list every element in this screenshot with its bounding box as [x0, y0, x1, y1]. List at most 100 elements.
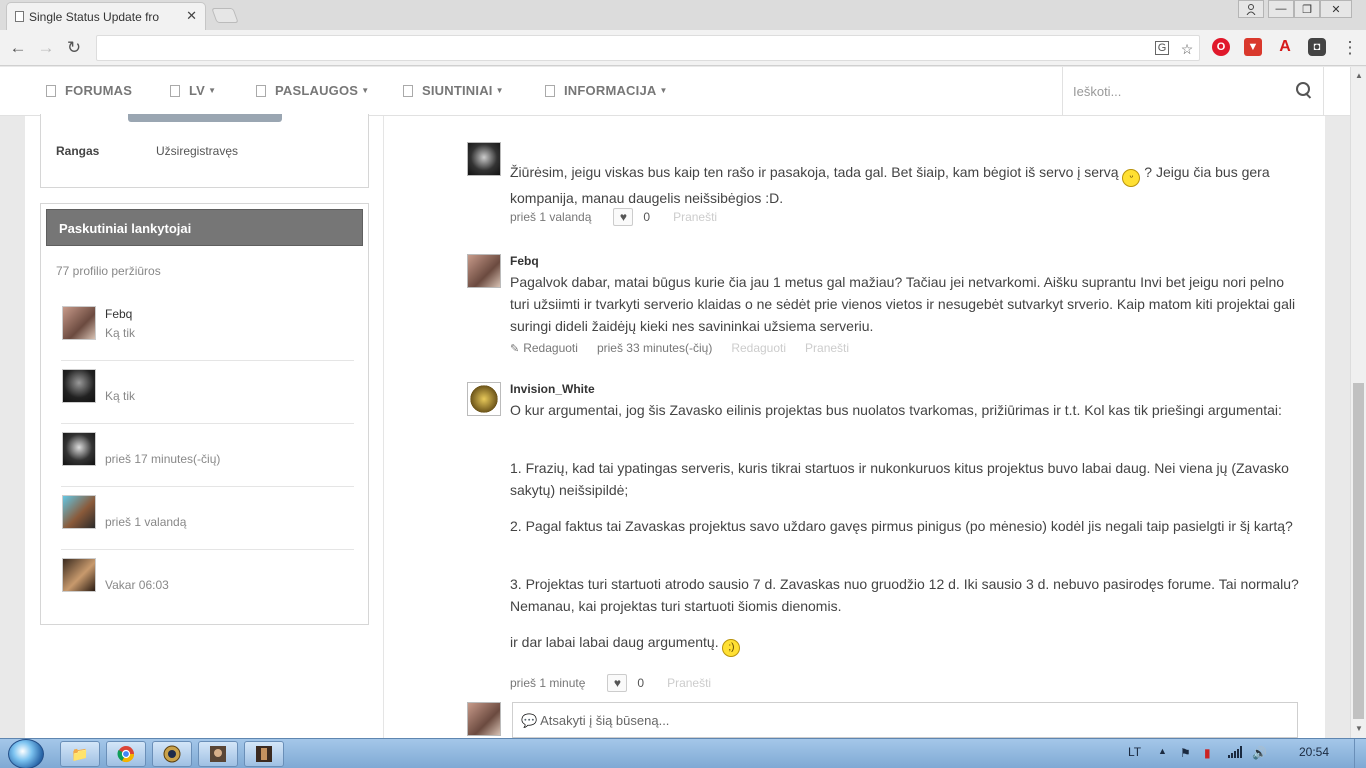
avatar[interactable]: [62, 558, 96, 592]
user-icon[interactable]: [1238, 0, 1264, 18]
maximize-button[interactable]: ❐: [1294, 0, 1320, 18]
power-icon[interactable]: ▮: [1204, 746, 1211, 760]
comment-time[interactable]: prieš 33 minutes(-čių): [597, 341, 712, 355]
app-taskbar-icon[interactable]: [198, 741, 238, 767]
rank-label: Rangas: [56, 144, 100, 158]
tab-close-icon[interactable]: ✕: [186, 8, 197, 24]
like-count: 0: [643, 210, 651, 224]
nav-item-siuntiniai[interactable]: SIUNTINIAI ▼: [403, 83, 504, 98]
reload-button[interactable]: ↻: [62, 36, 86, 60]
avatar[interactable]: [467, 382, 501, 416]
document-icon: [46, 84, 56, 97]
visitor-item[interactable]: prieš 1 valandą: [61, 487, 354, 550]
minimize-button[interactable]: —: [1268, 0, 1294, 18]
avatar[interactable]: [62, 306, 96, 340]
comment-text: Žiūrėsim, jeigu viskas bus kaip ten rašo…: [510, 161, 1300, 209]
browser-menu-button[interactable]: ⋮: [1338, 36, 1362, 60]
translate-icon[interactable]: G: [1155, 41, 1169, 55]
nav-label: LV: [189, 83, 206, 98]
edit-link[interactable]: Redaguoti: [523, 341, 578, 355]
document-icon: [256, 84, 266, 97]
bookmark-star-icon[interactable]: ☆: [1179, 41, 1195, 57]
address-bar[interactable]: G ☆: [96, 35, 1200, 61]
comment-paragraph: ir dar labai labai daug argumentų. ;): [510, 631, 1300, 657]
search-input[interactable]: [1073, 82, 1273, 100]
like-heart-icon[interactable]: ♥: [613, 208, 634, 226]
language-indicator[interactable]: LT: [1128, 745, 1141, 759]
close-window-button[interactable]: ✕: [1320, 0, 1352, 18]
edit-link[interactable]: Redaguoti: [731, 341, 786, 355]
start-button[interactable]: [8, 739, 44, 768]
comment-author[interactable]: Invision_White: [510, 382, 595, 396]
action-center-flag-icon[interactable]: ⚑: [1180, 746, 1191, 760]
nav-label: PASLAUGOS: [275, 83, 359, 98]
comment-time[interactable]: prieš 1 valandą: [510, 210, 591, 224]
network-signal-icon[interactable]: [1228, 746, 1242, 761]
windows-taskbar: 📁 LT ▲ ⚑ ▮ 🔊 20:54: [0, 738, 1366, 768]
new-tab-button[interactable]: [211, 8, 239, 23]
adobe-extension-icon[interactable]: A: [1276, 38, 1294, 56]
avatar[interactable]: [62, 495, 96, 529]
comment-paragraph: 1. Frazių, kad tai ypatingas serveris, k…: [510, 460, 1289, 498]
report-link[interactable]: Pranešti: [673, 210, 717, 224]
show-desktop-button[interactable]: [1354, 739, 1366, 768]
scroll-down-arrow-icon[interactable]: ▼: [1355, 724, 1363, 733]
visitor-item[interactable]: prieš 17 minutes(-čių): [61, 424, 354, 487]
shield-extension-icon[interactable]: ▼: [1244, 38, 1262, 56]
visitor-item[interactable]: Ką tik: [61, 361, 354, 424]
like-heart-icon[interactable]: ♥: [607, 674, 628, 692]
nav-item-lv[interactable]: LV ▼: [170, 83, 216, 98]
avatar[interactable]: [62, 432, 96, 466]
nav-label: FORUMAS: [65, 83, 133, 98]
comment-text-part: ir dar labai labai daug argumentų.: [510, 634, 719, 650]
report-link[interactable]: Pranešti: [805, 341, 849, 355]
wink-emoji-icon: ;): [722, 639, 741, 657]
comment-meta: ✎ Redaguoti prieš 33 minutes(-čių) Redag…: [510, 341, 849, 355]
chrome-taskbar-icon[interactable]: [106, 741, 146, 767]
volume-icon[interactable]: 🔊: [1252, 746, 1267, 760]
avatar[interactable]: [467, 142, 501, 176]
scrollbar-thumb[interactable]: [1353, 383, 1364, 719]
reply-input[interactable]: 💬 Atsakyti į šią būseną...: [512, 702, 1298, 738]
visitor-name[interactable]: Febq: [105, 307, 132, 321]
grin-emoji-icon: ᵕ: [1122, 169, 1141, 187]
back-button[interactable]: ←: [6, 36, 30, 60]
game-taskbar-icon[interactable]: [152, 741, 192, 767]
extension-icon[interactable]: ◘: [1308, 38, 1326, 56]
browser-toolbar: ← → ↻ G ☆ O ▼ A ◘ ⋮: [0, 30, 1366, 66]
taskbar-clock[interactable]: 20:54: [1299, 745, 1329, 759]
pencil-icon: ✎: [510, 342, 520, 355]
comment-author[interactable]: Febq: [510, 254, 539, 268]
document-icon: [545, 84, 555, 97]
like-count: 0: [637, 676, 645, 690]
app-taskbar-icon[interactable]: [244, 741, 284, 767]
forward-button[interactable]: →: [34, 36, 58, 60]
avatar[interactable]: [467, 702, 501, 736]
nav-item-forumas[interactable]: FORUMAS: [46, 83, 132, 98]
visitor-time: Vakar 06:03: [105, 578, 169, 592]
browser-tab[interactable]: Single Status Update fro ✕: [6, 2, 206, 30]
caret-down-icon: ▼: [361, 86, 370, 95]
avatar[interactable]: [467, 254, 501, 288]
nav-item-informacija[interactable]: INFORMACIJA ▼: [545, 83, 668, 98]
browser-tabstrip: Single Status Update fro ✕ — ❐ ✕: [0, 0, 1366, 30]
document-icon: [170, 84, 180, 97]
visitor-item[interactable]: Vakar 06:03: [61, 550, 354, 613]
nav-item-paslaugos[interactable]: PASLAUGOS ▼: [256, 83, 369, 98]
avatar[interactable]: [62, 369, 96, 403]
comment-paragraph: O kur argumentai, jog šis Zavasko eilini…: [510, 402, 1282, 418]
visitor-item[interactable]: Febq Ką tik: [61, 298, 354, 361]
visitor-time: Ką tik: [105, 326, 136, 340]
comment-text-part: Žiūrėsim, jeigu viskas bus kaip ten rašo…: [510, 164, 1119, 180]
show-hidden-icons-icon[interactable]: ▲: [1158, 746, 1167, 756]
comment-time[interactable]: prieš 1 minutę: [510, 676, 585, 690]
page-scrollbar[interactable]: ▲ ▼: [1350, 67, 1366, 738]
scroll-up-arrow-icon[interactable]: ▲: [1355, 71, 1363, 80]
page-icon: [15, 11, 24, 22]
search-icon[interactable]: [1296, 82, 1312, 98]
report-link[interactable]: Pranešti: [667, 676, 711, 690]
opera-extension-icon[interactable]: O: [1212, 38, 1230, 56]
explorer-taskbar-icon[interactable]: 📁: [60, 741, 100, 767]
site-search: [1062, 67, 1324, 116]
recent-visitors-box: Paskutiniai lankytojai 77 profilio perži…: [40, 203, 369, 625]
